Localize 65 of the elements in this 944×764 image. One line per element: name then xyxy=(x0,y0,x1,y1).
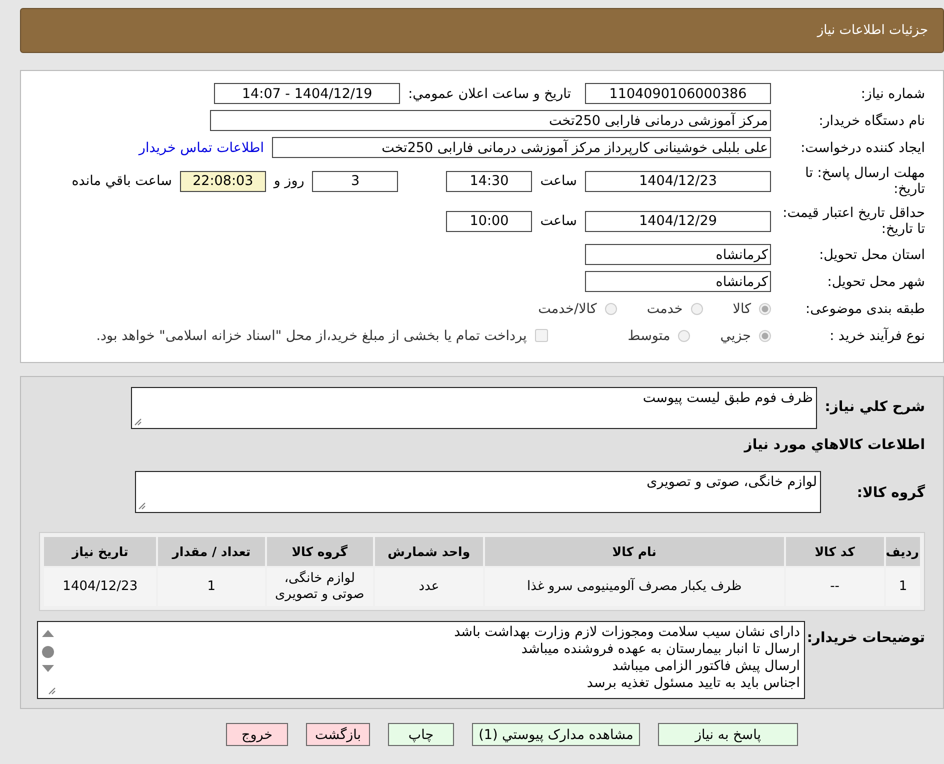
province-field: کرمانشاه xyxy=(585,244,771,265)
buyer-contact-link[interactable]: اطلاعات تماس خریدار xyxy=(138,140,264,156)
remaining-time-field: 22:08:03 xyxy=(180,170,266,192)
note-line: اجناس باید به تایید مسئول تغذیه برسد xyxy=(586,675,800,692)
date-field: 1404/12/29 xyxy=(585,210,771,232)
action-button[interactable]: خروج xyxy=(226,723,288,746)
action-button[interactable]: مشاهده مدارک پیوستي (1) xyxy=(472,723,640,746)
radio-option[interactable]: کالا/خدمت xyxy=(538,300,617,316)
field-label: نام دستگاه خریدار: xyxy=(818,112,925,128)
column-header: ردیف xyxy=(886,537,920,566)
field-label: طبقه بندی موضوعی: xyxy=(804,300,925,316)
buyer-field: مرکز آموزشی درمانی فارابی 250تخت xyxy=(210,110,771,131)
table-cell: ظرف یکبار مصرف آلومینیومی سرو غذا xyxy=(485,568,784,606)
field-label: مهلت ارسال پاسخ: تا تاریخ: xyxy=(804,165,925,197)
payment-checkbox[interactable]: پرداخت تمام یا بخشی از مبلغ خرید،از محل "اسناد خزانه اسلامی" خواهد بود. xyxy=(96,328,548,344)
field-label: روز و xyxy=(274,173,304,189)
action-button[interactable]: بازگشت xyxy=(306,723,370,746)
goods-group-field: لوازم خانگی، صوتی و تصویری xyxy=(135,471,821,513)
table-cell: 1 xyxy=(158,568,265,606)
announce-date-field: 1404/12/19 - 14:07 xyxy=(214,83,400,104)
table-cell: 1 xyxy=(886,568,920,606)
table-cell: -- xyxy=(786,568,884,606)
radio-option[interactable]: خدمت xyxy=(646,300,703,316)
page-title: جزئیات اطلاعات نیاز xyxy=(817,23,928,38)
note-line: ارسال تا انبار بیمارستان به عهده فروشنده میباشد xyxy=(520,641,800,658)
field-label: نوع فرآیند خرید : xyxy=(828,328,925,344)
table-cell: لوازم خانگی، صوتی و تصویری xyxy=(266,568,373,606)
resize-grip-icon[interactable] xyxy=(134,418,142,426)
need-number-field: 1104090106000386 xyxy=(585,83,771,104)
field-label: شهر محل تحویل: xyxy=(826,274,925,290)
table-cell: عدد xyxy=(374,568,484,606)
field-label: ایجاد کننده درخواست: xyxy=(800,140,925,156)
column-header: کد کالا xyxy=(786,537,884,566)
date-field: 1404/12/23 xyxy=(585,170,771,192)
radio-option[interactable]: کالا xyxy=(732,300,771,316)
table-cell: 1404/12/23 xyxy=(44,568,156,606)
note-line: ارسال پیش فاکتور الزامی میباشد xyxy=(611,658,800,675)
city-field: کرمانشاه xyxy=(585,271,771,292)
radio-option[interactable]: متوسط xyxy=(628,328,690,344)
time-field: 10:00 xyxy=(446,210,532,232)
column-header: گروه کالا xyxy=(266,537,373,566)
field-label: ساعت xyxy=(540,173,577,189)
column-header: نام کالا xyxy=(485,537,784,566)
field-label: ساعت xyxy=(540,213,577,229)
field-label: تاریخ و ساعت اعلان عمومي: xyxy=(408,86,571,102)
field-label: حداقل تاریخ اعتبار قیمت: تا تاریخ: xyxy=(782,205,925,237)
days-field: 3 xyxy=(312,170,398,192)
column-header: تعداد / مقدار xyxy=(158,537,265,566)
requester-field: علی بلبلی خوشینانی کارپرداز مرکز آموزشی درمانی فارابی 250تخت xyxy=(272,137,771,158)
column-header: تاریخ نیاز xyxy=(44,537,156,566)
action-button[interactable]: پاسخ به نیاز xyxy=(658,723,798,746)
resize-grip-icon[interactable] xyxy=(138,502,146,510)
note-line: دارای نشان سیب سلامت ومجوزات لازم وزارت بهداشت باشد xyxy=(453,624,800,641)
section-heading: اطلاعات کالاهاي مورد نیاز xyxy=(742,436,925,455)
time-field: 14:30 xyxy=(446,170,532,192)
field-label: شماره نیاز: xyxy=(860,86,925,102)
action-button[interactable]: چاپ xyxy=(388,723,454,746)
field-label: استان محل تحویل: xyxy=(818,246,925,262)
radio-option[interactable]: جزيي xyxy=(720,328,771,344)
field-label: شرح کلي نیاز: xyxy=(824,398,925,415)
field-label: گروه کالا: xyxy=(856,483,925,501)
field-label: توضیحات خریدار: xyxy=(806,629,925,647)
field-label: ساعت باقي مانده xyxy=(72,173,172,189)
column-header: واحد شمارش xyxy=(374,537,484,566)
description-field: ظرف فوم طبق لیست پیوست xyxy=(131,387,817,429)
